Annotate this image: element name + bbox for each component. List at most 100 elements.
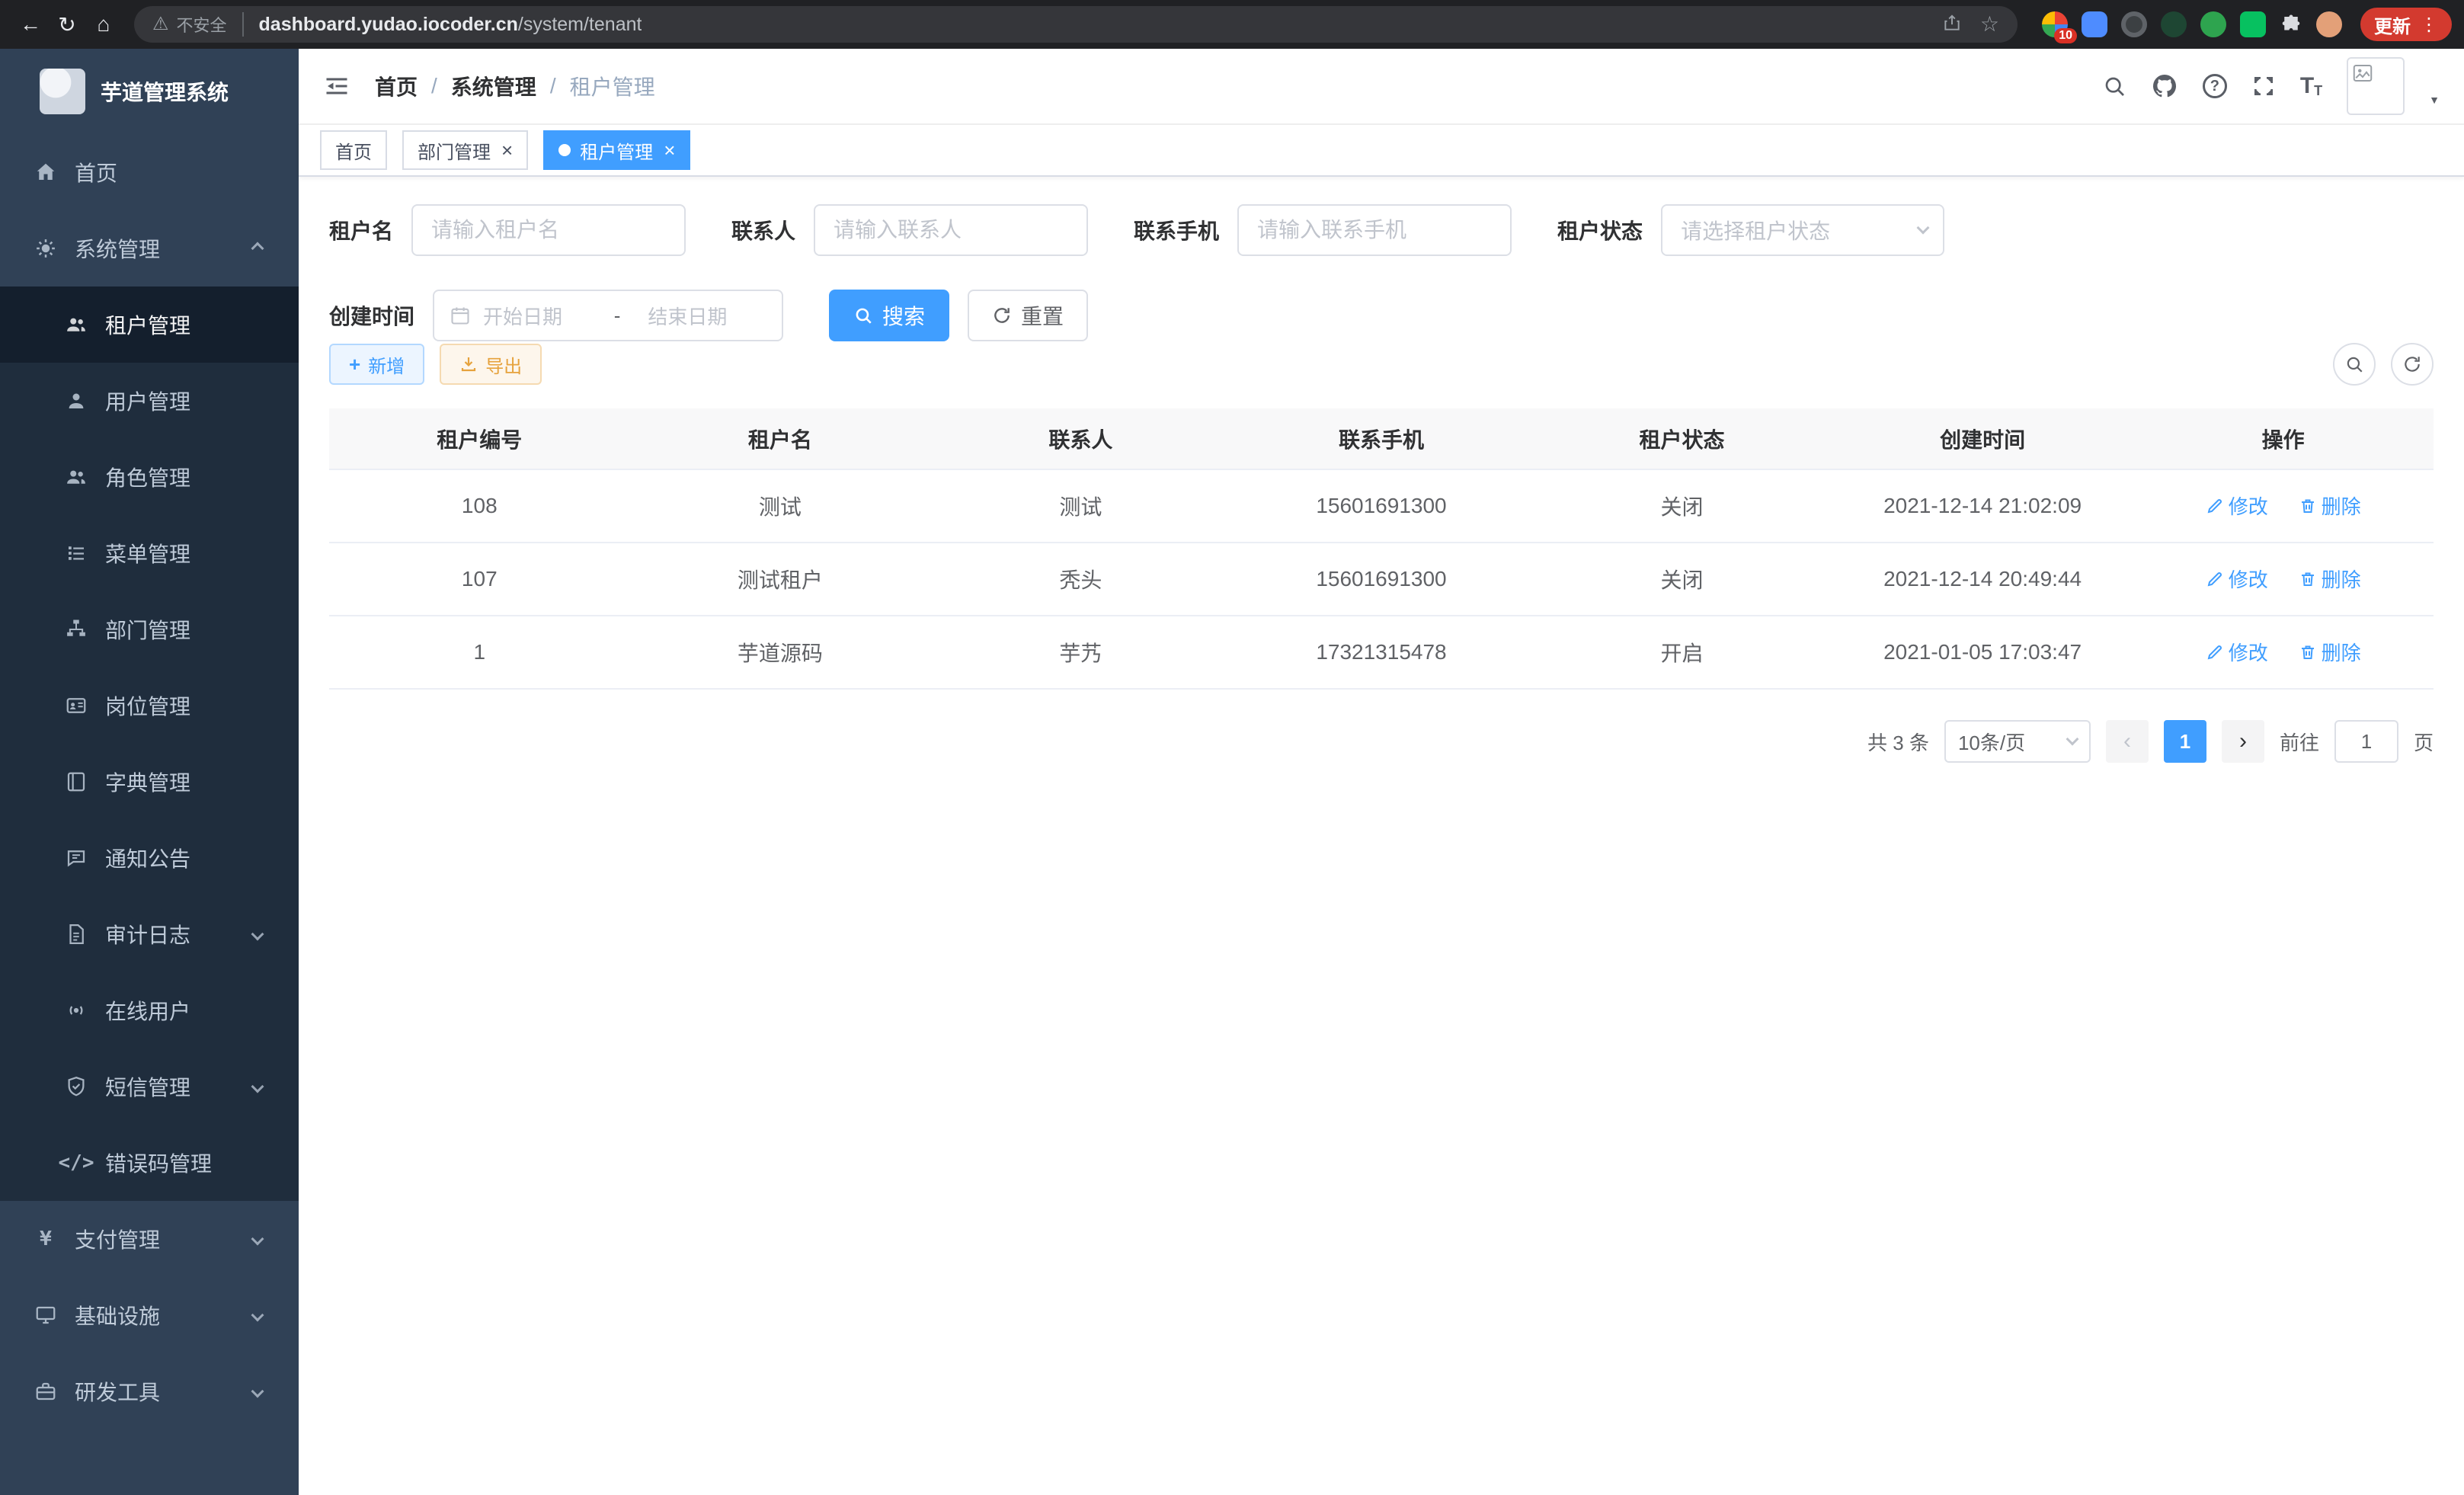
pagination: 共 3 条 10条/页 ‹ 1 › 前往 页 — [299, 690, 2464, 763]
help-icon[interactable]: ? — [2203, 74, 2227, 98]
document-icon — [64, 923, 88, 946]
chevron-down-icon — [251, 1233, 264, 1246]
extension-icon-4[interactable] — [2161, 11, 2187, 37]
edit-button[interactable]: 修改 — [2206, 638, 2268, 666]
prev-page-button[interactable]: ‹ — [2106, 720, 2149, 763]
breadcrumb-system[interactable]: 系统管理 — [451, 71, 536, 101]
breadcrumb-current: 租户管理 — [570, 71, 655, 101]
date-end-placeholder[interactable]: 结束日期 — [632, 302, 766, 330]
home-icon — [34, 161, 58, 184]
sidebar-item-online-user[interactable]: 在线用户 — [0, 972, 299, 1048]
sidebar-item-dev-tools[interactable]: 研发工具 — [0, 1353, 299, 1429]
phone-label: 联系手机 — [1134, 215, 1219, 245]
tenant-name-input[interactable] — [411, 204, 686, 256]
tenant-name-label: 租户名 — [329, 215, 393, 245]
monitor-icon — [34, 1304, 58, 1327]
goto-page-input[interactable] — [2334, 720, 2398, 763]
update-menu-button[interactable]: 更新 ⋮ — [2360, 8, 2452, 41]
close-icon[interactable]: × — [501, 140, 513, 160]
delete-button[interactable]: 删除 — [2299, 565, 2361, 593]
status-select[interactable]: 请选择租户状态 — [1661, 204, 1944, 256]
page-size-select[interactable]: 10条/页 — [1944, 720, 2091, 763]
extension-icon-2[interactable] — [2082, 11, 2107, 37]
edit-button[interactable]: 修改 — [2206, 565, 2268, 593]
tab-dept[interactable]: 部门管理 × — [402, 130, 528, 170]
chevron-down-icon — [251, 1385, 264, 1398]
menu-list-icon — [64, 542, 88, 565]
extension-icon-3[interactable] — [2121, 11, 2147, 37]
sidebar-item-error-code[interactable]: </> 错误码管理 — [0, 1125, 299, 1201]
sidebar-item-infra[interactable]: 基础设施 — [0, 1277, 299, 1353]
phone-input[interactable] — [1237, 204, 1512, 256]
export-button[interactable]: 导出 — [440, 344, 542, 385]
user-avatar[interactable] — [2347, 57, 2405, 115]
table-row: 107 测试租户 秃头 15601691300 关闭 2021-12-14 20… — [329, 543, 2434, 616]
sidebar-toggle-icon[interactable] — [323, 72, 350, 100]
contact-input[interactable] — [814, 204, 1088, 256]
chevron-down-icon — [251, 1080, 264, 1093]
next-page-button[interactable]: › — [2222, 720, 2264, 763]
sidebar-item-user[interactable]: 用户管理 — [0, 363, 299, 439]
delete-button[interactable]: 删除 — [2299, 638, 2361, 666]
back-icon[interactable]: ← — [12, 6, 49, 43]
sidebar-item-pay[interactable]: ¥ 支付管理 — [0, 1201, 299, 1277]
sidebar-item-post[interactable]: 岗位管理 — [0, 667, 299, 744]
briefcase-icon — [34, 1380, 58, 1403]
tab-home[interactable]: 首页 — [320, 130, 387, 170]
status-label: 租户状态 — [1557, 215, 1643, 245]
sidebar-item-dept[interactable]: 部门管理 — [0, 591, 299, 667]
edit-button[interactable]: 修改 — [2206, 491, 2268, 520]
kebab-menu-icon: ⋮ — [2420, 14, 2438, 36]
goto-label: 前往 — [2280, 728, 2319, 756]
sidebar-item-dict[interactable]: 字典管理 — [0, 744, 299, 820]
sidebar-item-role[interactable]: 角色管理 — [0, 439, 299, 515]
share-icon[interactable] — [1942, 13, 1962, 37]
close-icon[interactable]: × — [664, 140, 675, 160]
sidebar-item-audit-log[interactable]: 审计日志 — [0, 896, 299, 972]
breadcrumb-home[interactable]: 首页 — [375, 71, 418, 101]
github-icon[interactable] — [2151, 72, 2178, 100]
message-bubble-icon — [64, 847, 88, 869]
id-badge-icon — [64, 694, 88, 717]
sidebar-item-home[interactable]: 首页 — [0, 134, 299, 210]
chevron-down-icon — [1917, 222, 1930, 235]
current-page-button[interactable]: 1 — [2164, 720, 2206, 763]
date-start-placeholder[interactable]: 开始日期 — [483, 302, 602, 330]
extension-icon-1[interactable]: 10 — [2042, 11, 2068, 37]
active-dot — [558, 144, 571, 156]
app-logo[interactable]: 芋道管理系统 — [0, 49, 299, 134]
delete-button[interactable]: 删除 — [2299, 491, 2361, 520]
refresh-icon — [992, 306, 1012, 325]
sidebar-item-menu[interactable]: 菜单管理 — [0, 515, 299, 591]
sidebar-item-tenant[interactable]: 租户管理 — [0, 287, 299, 363]
tab-tenant[interactable]: 租户管理 × — [543, 130, 690, 170]
extensions-puzzle-icon[interactable] — [2280, 13, 2302, 36]
bookmark-star-icon[interactable]: ☆ — [1980, 14, 1999, 35]
font-size-icon[interactable]: TT — [2300, 75, 2322, 98]
warning-icon: ⚠ — [152, 15, 169, 34]
profile-avatar[interactable] — [2316, 11, 2342, 37]
tenants-icon — [64, 313, 88, 336]
search-icon[interactable] — [2102, 74, 2126, 98]
show-search-button[interactable] — [2333, 343, 2376, 386]
book-icon — [64, 770, 88, 793]
user-icon — [64, 389, 88, 412]
extension-icon-6[interactable] — [2240, 11, 2266, 37]
search-button[interactable]: 搜索 — [829, 290, 949, 341]
home-icon[interactable]: ⌂ — [85, 6, 122, 43]
security-indicator[interactable]: ⚠ 不安全 — [152, 12, 244, 37]
extension-icon-5[interactable] — [2200, 11, 2226, 37]
address-bar[interactable]: ⚠ 不安全 dashboard.yudao.iocoder.cn/system/… — [134, 6, 2018, 43]
sidebar-item-notice[interactable]: 通知公告 — [0, 820, 299, 896]
caret-down-icon[interactable]: ▼ — [2429, 94, 2440, 106]
sidebar-item-system[interactable]: 系统管理 — [0, 210, 299, 287]
page-unit-label: 页 — [2414, 728, 2434, 756]
reload-icon[interactable]: ↻ — [49, 6, 85, 43]
reset-button[interactable]: 重置 — [968, 290, 1088, 341]
fullscreen-icon[interactable] — [2251, 74, 2276, 98]
sidebar-item-sms[interactable]: 短信管理 — [0, 1048, 299, 1125]
search-form: 租户名 联系人 联系手机 租户状态 请选择租户状态 — [299, 177, 2464, 341]
date-range-picker[interactable]: 开始日期 - 结束日期 — [433, 290, 783, 341]
refresh-button[interactable] — [2391, 343, 2434, 386]
add-button[interactable]: + 新增 — [329, 344, 424, 385]
